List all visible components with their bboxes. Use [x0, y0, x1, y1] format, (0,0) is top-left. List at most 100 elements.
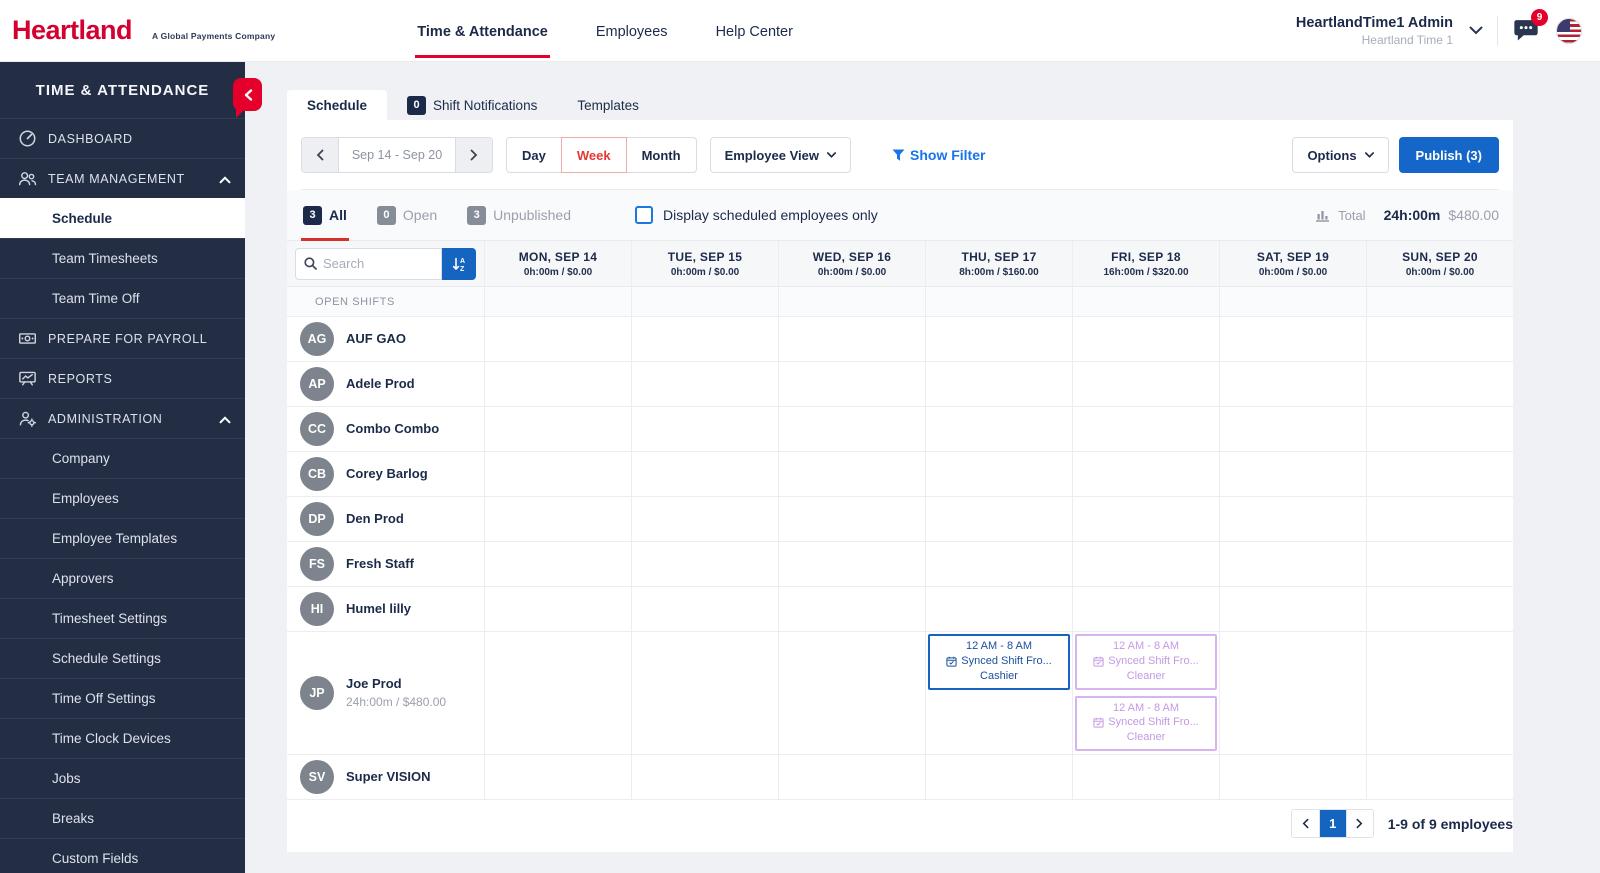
shift-cell[interactable] — [778, 755, 925, 800]
shift-cell[interactable] — [1219, 407, 1366, 452]
shift-cell[interactable] — [1366, 632, 1513, 755]
shift-cell[interactable] — [1072, 362, 1219, 407]
shift-cell[interactable] — [484, 452, 631, 497]
shift-cell[interactable] — [778, 287, 925, 317]
month-view-button[interactable]: Month — [626, 137, 697, 173]
sidebar-item-time-clock-devices[interactable]: Time Clock Devices — [0, 718, 245, 758]
sidebar-item-dashboard[interactable]: DASHBOARD — [0, 118, 245, 158]
tab-templates[interactable]: Templates — [557, 90, 659, 120]
employee-view-dropdown[interactable]: Employee View — [710, 137, 851, 173]
sidebar-item-team-timesheets[interactable]: Team Timesheets — [0, 238, 245, 278]
employee-cell[interactable]: CB Corey Barlog — [287, 452, 484, 497]
shift-cell[interactable] — [631, 632, 778, 755]
shift-cell[interactable] — [778, 317, 925, 362]
shift-cell[interactable] — [1366, 362, 1513, 407]
shift-cell[interactable] — [1219, 497, 1366, 542]
sidebar-item-time-off-settings[interactable]: Time Off Settings — [0, 678, 245, 718]
shift-cell[interactable] — [1219, 542, 1366, 587]
employee-cell[interactable]: CC Combo Combo — [287, 407, 484, 452]
chat-button[interactable]: 9 — [1512, 16, 1542, 46]
shift-cell[interactable] — [484, 755, 631, 800]
shift-card-unpublished[interactable]: 12 AM - 8 AM Synced Shift Fro... Cleaner — [1075, 696, 1217, 752]
publish-button[interactable]: Publish (3) — [1399, 137, 1499, 173]
shift-cell[interactable] — [484, 587, 631, 632]
shift-cell[interactable] — [1219, 587, 1366, 632]
shift-cell[interactable] — [631, 317, 778, 362]
shift-cell[interactable] — [631, 452, 778, 497]
shift-cell[interactable] — [1219, 287, 1366, 317]
prev-week-button[interactable] — [302, 138, 338, 172]
shift-cell[interactable] — [631, 287, 778, 317]
shift-cell[interactable] — [925, 452, 1072, 497]
employee-cell[interactable]: HI Humel lilly — [287, 587, 484, 632]
sidebar-item-approvers[interactable]: Approvers — [0, 558, 245, 598]
shift-cell[interactable] — [778, 497, 925, 542]
shift-cell[interactable] — [1366, 497, 1513, 542]
shift-cell[interactable] — [1366, 587, 1513, 632]
options-dropdown[interactable]: Options — [1292, 137, 1388, 173]
shift-cell[interactable] — [778, 542, 925, 587]
shift-cell[interactable] — [925, 755, 1072, 800]
us-flag-icon[interactable] — [1556, 18, 1582, 44]
shift-cell[interactable] — [925, 542, 1072, 587]
shift-cell[interactable] — [778, 587, 925, 632]
shift-cell[interactable] — [778, 632, 925, 755]
employee-cell[interactable]: FS Fresh Staff — [287, 542, 484, 587]
nav-help-center[interactable]: Help Center — [714, 3, 795, 58]
shift-cell[interactable] — [1072, 755, 1219, 800]
shift-cell[interactable] — [1366, 755, 1513, 800]
shift-cell[interactable] — [1219, 317, 1366, 362]
next-page-button[interactable] — [1346, 810, 1373, 837]
shift-cell[interactable] — [631, 587, 778, 632]
search-box[interactable] — [295, 248, 442, 280]
shift-cell[interactable] — [925, 362, 1072, 407]
employee-cell[interactable]: AG AUF GAO — [287, 317, 484, 362]
shift-cell[interactable] — [1219, 452, 1366, 497]
tab-shift-notifications[interactable]: 0 Shift Notifications — [387, 90, 557, 120]
sidebar-item-prepare-for-payroll[interactable]: PREPARE FOR PAYROLL — [0, 318, 245, 358]
shift-cell[interactable] — [484, 632, 631, 755]
page-number-button[interactable]: 1 — [1319, 810, 1346, 837]
sidebar-item-employee-templates[interactable]: Employee Templates — [0, 518, 245, 558]
sidebar-item-reports[interactable]: REPORTS — [0, 358, 245, 398]
nav-employees[interactable]: Employees — [594, 3, 670, 58]
filter-tab-open[interactable]: 0 Open — [375, 190, 439, 241]
shift-cell[interactable] — [484, 287, 631, 317]
chevron-up-icon[interactable] — [219, 413, 231, 427]
week-view-button[interactable]: Week — [561, 137, 627, 173]
search-input[interactable] — [323, 256, 423, 271]
next-week-button[interactable] — [456, 138, 492, 172]
chevron-down-icon[interactable] — [1469, 22, 1483, 40]
shift-cell[interactable] — [1366, 287, 1513, 317]
nav-time-attendance[interactable]: Time & Attendance — [415, 3, 550, 58]
shift-cell[interactable] — [925, 407, 1072, 452]
prev-page-button[interactable] — [1292, 810, 1319, 837]
shift-cell[interactable] — [1366, 452, 1513, 497]
shift-cell[interactable] — [1219, 632, 1366, 755]
shift-card-published[interactable]: 12 AM - 8 AM Synced Shift Fro... Cashier — [928, 634, 1070, 690]
sidebar-item-timesheet-settings[interactable]: Timesheet Settings — [0, 598, 245, 638]
shift-cell[interactable] — [484, 362, 631, 407]
user-menu[interactable]: HeartlandTime1 Admin Heartland Time 1 — [1296, 14, 1453, 47]
shift-cell[interactable] — [1219, 362, 1366, 407]
sort-az-button[interactable]: A Z — [442, 248, 476, 280]
sidebar-item-team-time-off[interactable]: Team Time Off — [0, 278, 245, 318]
employee-cell[interactable]: DP Den Prod — [287, 497, 484, 542]
shift-cell[interactable] — [1072, 452, 1219, 497]
shift-cell[interactable] — [1072, 587, 1219, 632]
shift-cell[interactable] — [484, 497, 631, 542]
shift-cell[interactable] — [778, 362, 925, 407]
shift-cell[interactable] — [484, 542, 631, 587]
sidebar-item-administration[interactable]: ADMINISTRATION — [0, 398, 245, 438]
sidebar-item-breaks[interactable]: Breaks — [0, 798, 245, 838]
chevron-up-icon[interactable] — [219, 173, 231, 187]
sidebar-item-schedule-settings[interactable]: Schedule Settings — [0, 638, 245, 678]
shift-cell[interactable] — [925, 317, 1072, 362]
date-range-label[interactable]: Sep 14 - Sep 20 — [338, 138, 456, 172]
sidebar-collapse-button[interactable] — [233, 78, 262, 111]
tab-schedule[interactable]: Schedule — [287, 90, 387, 120]
shift-cell[interactable] — [1366, 542, 1513, 587]
shift-cell[interactable] — [484, 407, 631, 452]
shift-cell[interactable] — [631, 407, 778, 452]
shift-cell[interactable] — [925, 497, 1072, 542]
